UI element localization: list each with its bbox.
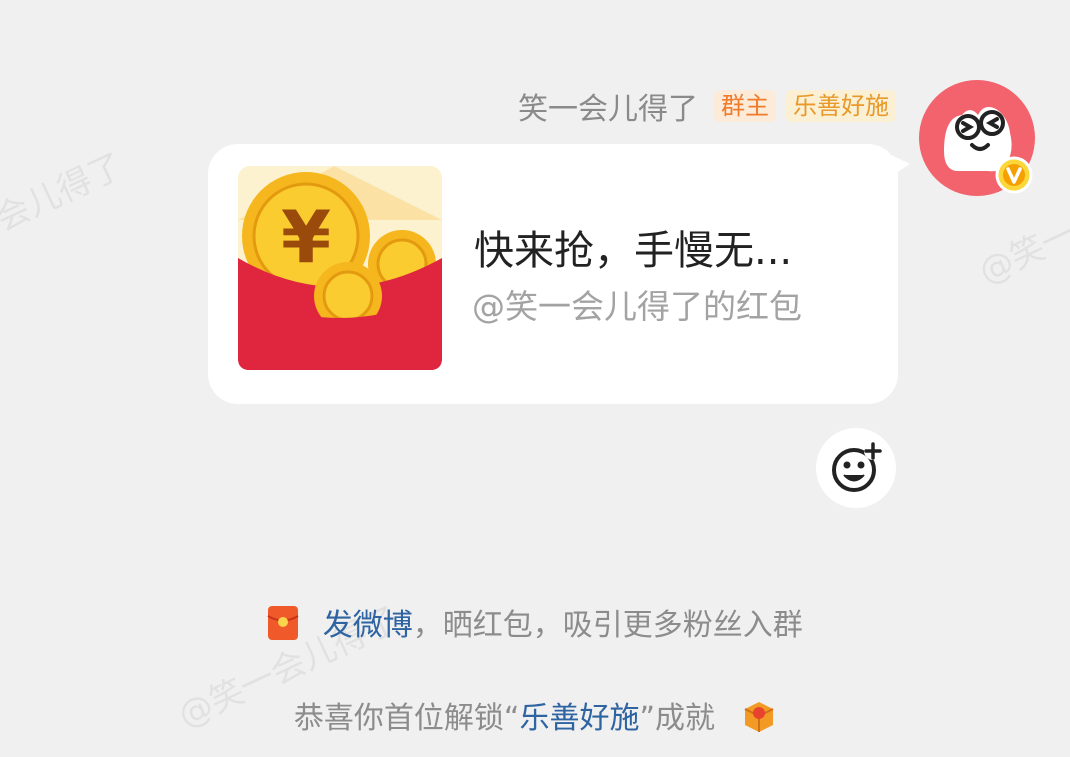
red-packet-title: 快来抢，手慢无...	[474, 228, 793, 274]
watermark-text: @笑一	[972, 212, 1070, 293]
watermark-text: 会儿得了	[0, 145, 130, 240]
post-weibo-link[interactable]: 发微博	[323, 608, 413, 643]
red-packet-small-icon	[267, 606, 299, 640]
achievement-gift-icon	[744, 702, 774, 732]
sender-row: 笑一会儿得了 群主 乐善好施	[518, 84, 896, 128]
red-packet-subtitle: @笑一会儿得了的红包	[472, 287, 802, 326]
add-reaction-emoji-icon	[832, 442, 882, 492]
add-reaction-button[interactable]	[816, 428, 896, 508]
sender-name[interactable]: 笑一会儿得了	[518, 84, 698, 128]
group-owner-badge: 群主	[714, 90, 776, 122]
achievement-badge[interactable]: 乐善好施	[786, 90, 896, 122]
system-tip-achievement: 恭喜你首位解锁“乐善好施”成就	[0, 693, 1070, 737]
system-tip-text: ，晒红包，吸引更多粉丝入群	[412, 608, 803, 643]
achievement-suffix: ”成就	[639, 701, 715, 736]
red-packet-message[interactable]: ¥ 快来抢，手慢无... @笑一会儿得了的红包	[208, 144, 898, 404]
red-packet-envelope-icon: ¥	[238, 166, 442, 370]
frog-face-avatar-icon[interactable]	[918, 79, 1036, 197]
previous-avatar-icon	[478, 0, 538, 8]
svg-text:¥: ¥	[281, 195, 331, 279]
system-tip-share: 发微博，晒红包，吸引更多粉丝入群	[0, 600, 1070, 644]
achievement-link[interactable]: 乐善好施	[519, 701, 639, 736]
achievement-prefix: 恭喜你首位解锁“	[293, 701, 520, 736]
